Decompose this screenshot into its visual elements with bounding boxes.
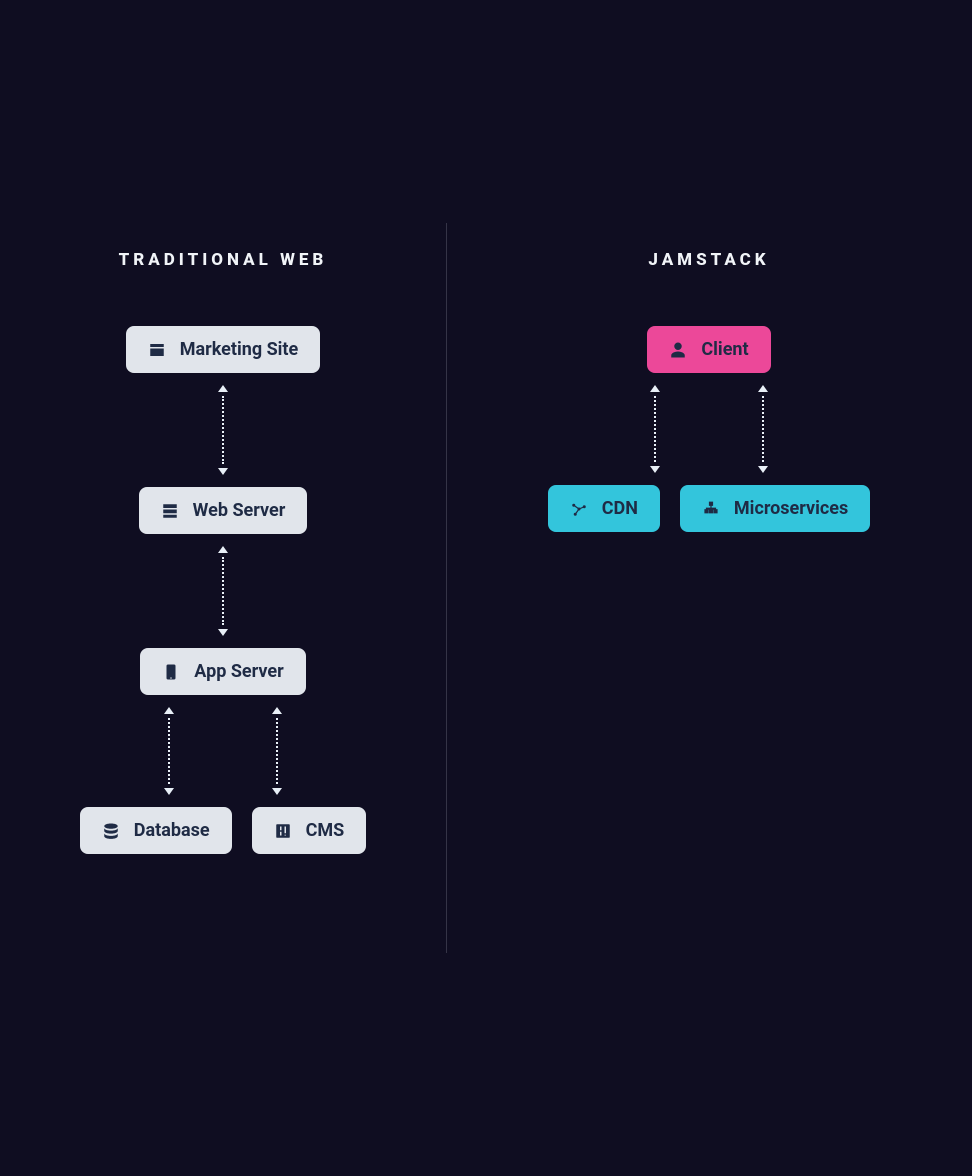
node-label: Web Server — [193, 500, 286, 521]
traditional-heading: Traditional web — [119, 250, 328, 270]
cms-node: CMS — [252, 807, 367, 854]
connector-pair — [651, 385, 767, 473]
connector — [219, 546, 227, 636]
bottom-row-right: CDN Microservices — [548, 485, 871, 532]
database-icon — [102, 822, 120, 840]
browser-icon — [148, 341, 166, 359]
node-label: App Server — [194, 661, 283, 682]
marketing-site-node: Marketing Site — [126, 326, 321, 373]
node-label: Database — [134, 820, 210, 841]
network-icon — [570, 500, 588, 518]
database-node: Database — [80, 807, 232, 854]
app-server-node: App Server — [140, 648, 305, 695]
microservices-node: Microservices — [680, 485, 870, 532]
device-icon — [162, 663, 180, 681]
bottom-row-left: Database CMS — [80, 807, 366, 854]
node-label: Microservices — [734, 498, 848, 519]
cdn-node: CDN — [548, 485, 660, 532]
jamstack-heading: Jamstack — [648, 250, 769, 270]
node-label: Client — [701, 339, 748, 360]
client-node: Client — [647, 326, 770, 373]
jamstack-column: Jamstack Client CDN Microservices — [446, 250, 972, 532]
node-label: CMS — [306, 820, 345, 841]
sliders-icon — [274, 822, 292, 840]
blocks-icon — [702, 500, 720, 518]
node-label: CDN — [602, 498, 638, 519]
web-server-node: Web Server — [139, 487, 308, 534]
server-icon — [161, 502, 179, 520]
user-icon — [669, 341, 687, 359]
diagram-canvas: Traditional web Marketing Site Web Serve… — [0, 0, 972, 1176]
connector-pair — [165, 707, 281, 795]
node-label: Marketing Site — [180, 339, 299, 360]
connector — [219, 385, 227, 475]
traditional-web-column: Traditional web Marketing Site Web Serve… — [0, 250, 446, 854]
